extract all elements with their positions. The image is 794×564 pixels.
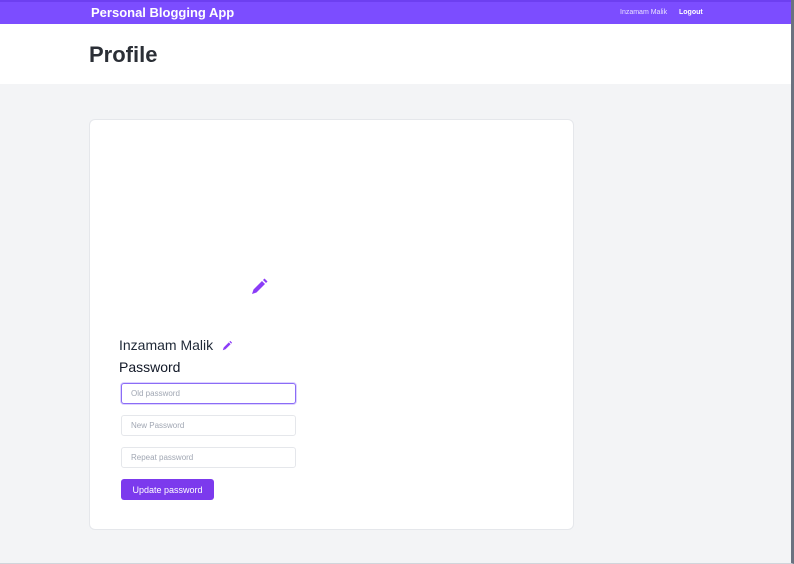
password-heading: Password <box>119 359 181 375</box>
profile-name: Inzamam Malik <box>119 337 214 353</box>
app-brand[interactable]: Personal Blogging App <box>91 5 234 20</box>
edit-name-icon[interactable] <box>221 339 233 351</box>
logout-link[interactable]: Logout <box>679 9 703 16</box>
update-password-button[interactable]: Update password <box>121 479 214 500</box>
page-title: Profile <box>89 42 158 67</box>
repeat-password-input[interactable] <box>121 447 296 468</box>
page-header: Profile <box>0 24 791 84</box>
old-password-input[interactable] <box>121 383 296 404</box>
app-window: Personal Blogging App Inzamam Malik Logo… <box>0 0 794 564</box>
nav-user-name[interactable]: Inzamam Malik <box>620 9 667 16</box>
pencil-icon[interactable] <box>249 277 269 297</box>
profile-card: Inzamam Malik Password Update password <box>89 119 574 530</box>
new-password-input[interactable] <box>121 415 296 436</box>
top-navbar: Personal Blogging App Inzamam Malik Logo… <box>0 0 791 24</box>
profile-name-row: Inzamam Malik <box>119 336 233 354</box>
